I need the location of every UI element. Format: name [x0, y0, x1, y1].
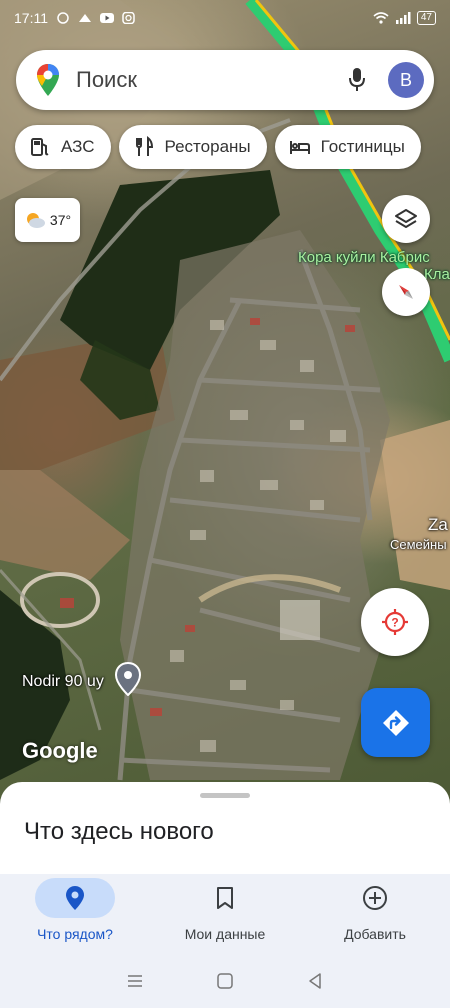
- nav-label: Добавить: [344, 926, 406, 942]
- back-icon[interactable]: [306, 972, 324, 990]
- pin-label[interactable]: Nodir 90 uy: [22, 673, 104, 691]
- nav-explore[interactable]: Что рядом?: [0, 874, 150, 954]
- compass-button[interactable]: [382, 268, 430, 316]
- youtube-icon: [100, 13, 114, 23]
- sheet-drag-handle[interactable]: [200, 793, 250, 798]
- directions-icon: [382, 709, 409, 736]
- system-navigation-bar: [0, 954, 450, 1008]
- place-sublabel: Семейны: [390, 537, 447, 552]
- nav-contribute[interactable]: Добавить: [300, 874, 450, 954]
- notification-app-icon: [57, 12, 69, 24]
- voice-search-button[interactable]: [342, 65, 372, 95]
- bottom-navigation: Что рядом? Мои данные Добавить: [0, 874, 450, 954]
- nav-explore-indicator: [35, 878, 115, 918]
- location-pin-icon: [66, 886, 84, 910]
- chip-restaurants[interactable]: Рестораны: [118, 125, 267, 169]
- location-unknown-icon: ?: [382, 609, 408, 635]
- my-location-button[interactable]: ?: [361, 588, 429, 656]
- chip-hotels[interactable]: Гостиницы: [274, 125, 421, 169]
- wifi-icon: [373, 12, 389, 24]
- battery-level: 47: [416, 11, 436, 25]
- compass-icon: [399, 285, 413, 299]
- road-label-secondary: Кла: [424, 266, 450, 283]
- hotel-icon: [289, 141, 310, 154]
- chip-label: АЗС: [61, 137, 95, 156]
- weather-temperature: 37°: [49, 212, 72, 228]
- google-maps-logo-icon: [37, 64, 59, 96]
- svg-text:?: ?: [391, 616, 398, 630]
- instagram-icon: [122, 12, 135, 24]
- directions-button[interactable]: [361, 688, 430, 757]
- bookmark-icon: [217, 887, 233, 909]
- microphone-icon: [349, 68, 365, 91]
- home-icon[interactable]: [216, 972, 234, 990]
- nav-label: Что рядом?: [37, 926, 113, 942]
- gas-station-icon: [31, 138, 49, 156]
- partly-sunny-icon: [26, 213, 45, 228]
- nav-contribute-indicator: [335, 878, 415, 918]
- chip-label: Гостиницы: [320, 137, 405, 156]
- status-time: 17:11: [14, 10, 48, 26]
- add-circle-icon: [363, 886, 387, 910]
- chip-label: Рестораны: [164, 137, 251, 156]
- account-avatar[interactable]: B: [388, 62, 424, 98]
- restaurant-icon: [135, 136, 153, 156]
- sheet-title: Что здесь нового: [24, 818, 214, 845]
- satellite-map[interactable]: Кора куйли Кабрис Кла Za Семейны Nodir 9…: [0, 0, 450, 800]
- layers-icon: [395, 209, 417, 228]
- nav-saved-indicator: [185, 878, 265, 918]
- nav-saved[interactable]: Мои данные: [150, 874, 300, 954]
- road-label: Кора куйли Кабрис: [298, 249, 430, 266]
- chip-gas-stations[interactable]: АЗС: [15, 125, 111, 169]
- map-layers-button[interactable]: [382, 195, 430, 243]
- nav-label: Мои данные: [184, 926, 266, 942]
- search-input[interactable]: Поиск: [76, 67, 342, 93]
- bottom-sheet[interactable]: Что здесь нового: [0, 782, 450, 874]
- notification-app-icon: [79, 14, 91, 22]
- recent-apps-icon[interactable]: [126, 972, 144, 990]
- weather-widget[interactable]: 37°: [15, 198, 80, 242]
- google-attribution: Google: [22, 738, 98, 763]
- status-bar: 17:11 47: [0, 0, 450, 36]
- search-bar[interactable]: Поиск B: [16, 50, 434, 110]
- category-chips: АЗС Рестораны Гостиницы: [15, 125, 421, 169]
- map-pin-icon[interactable]: [115, 662, 141, 696]
- signal-icon: [395, 12, 411, 24]
- place-label: Za: [428, 515, 448, 534]
